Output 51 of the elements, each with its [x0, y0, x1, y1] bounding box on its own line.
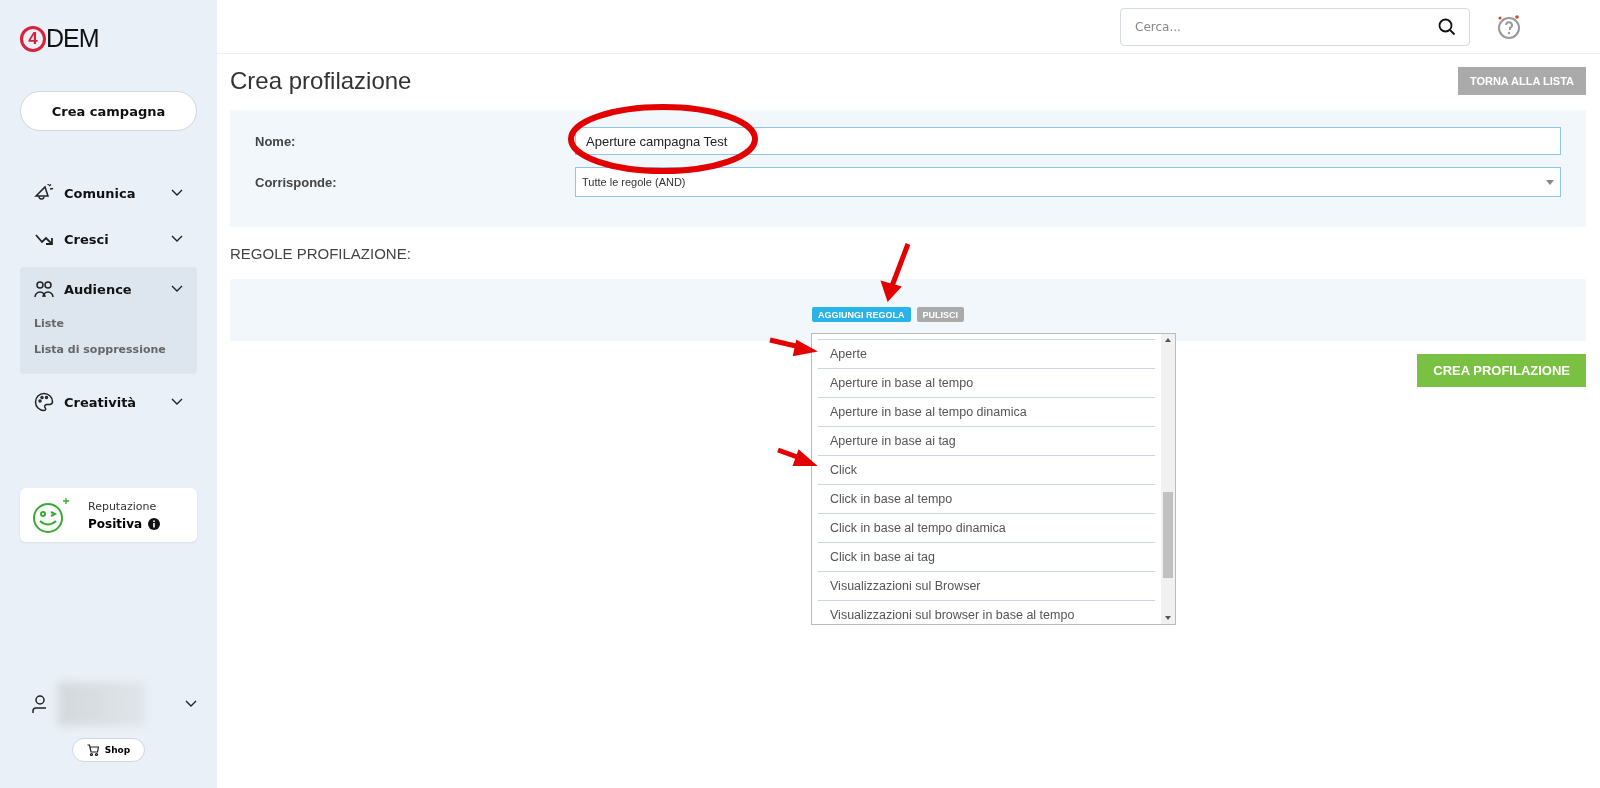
- scroll-down-arrow-icon[interactable]: [1165, 616, 1171, 620]
- chevron-down-icon: [171, 398, 183, 406]
- rule-option[interactable]: Visualizzazioni sul browser in base al tempo: [818, 601, 1155, 624]
- nav-item[interactable]: Comunica: [20, 171, 197, 215]
- field-label: Nome:: [255, 133, 297, 149]
- rule-option[interactable]: Aperture in base al tempo dinamica: [818, 398, 1155, 427]
- search-icon[interactable]: [1438, 17, 1456, 36]
- rule-option[interactable]: Aperte: [818, 340, 1155, 369]
- annotation-arrow: [769, 337, 818, 357]
- scrollbar-thumb[interactable]: [1163, 492, 1173, 578]
- reputation-label: Reputazione: [88, 499, 158, 513]
- megaphone-icon: [34, 184, 54, 202]
- annotation-arrow: [777, 447, 818, 466]
- cart-icon: [86, 744, 99, 756]
- rule-option[interactable]: Aperture in base ai tag: [818, 427, 1155, 456]
- dropdown-caret-icon: [1546, 179, 1554, 185]
- scrollbar[interactable]: [1161, 334, 1175, 624]
- rule-option[interactable]: Aperture in base al tempo: [818, 369, 1155, 398]
- annotation-arrow: [880, 243, 911, 302]
- rule-option[interactable]: Click in base al tempo dinamica: [818, 514, 1155, 543]
- nav-item[interactable]: Audience: [20, 267, 197, 311]
- people-icon: [34, 280, 54, 298]
- search-field[interactable]: Cerca...: [1120, 7, 1470, 46]
- rule-option[interactable]: Visualizzazioni sul Browser: [818, 572, 1155, 601]
- chevron-down-icon: [171, 189, 183, 197]
- chevron-down-icon: [171, 285, 183, 293]
- rule-option[interactable]: Click in base ai tag: [818, 543, 1155, 572]
- rule-option[interactable]: Click: [818, 456, 1155, 485]
- chevron-down-icon[interactable]: [185, 700, 197, 708]
- reputation-value: Positiva: [88, 516, 143, 531]
- rule-option[interactable]: Click in base al tempo: [818, 485, 1155, 514]
- nav-subitem[interactable]: Lista di soppressione: [34, 343, 183, 356]
- scroll-up-arrow-icon[interactable]: [1165, 338, 1171, 342]
- palette-icon: [34, 392, 54, 412]
- nav-subitem[interactable]: Liste: [34, 317, 183, 330]
- name-input-field[interactable]: Aperture campagna Test: [575, 127, 1561, 155]
- help-icon[interactable]: [1496, 13, 1522, 40]
- rules-heading: REGOLE PROFILAZIONE:: [230, 245, 412, 262]
- user-icon: [32, 694, 48, 714]
- logo-mark: 4: [20, 25, 46, 52]
- nav-item[interactable]: Creatività: [20, 380, 197, 424]
- create-campaign-button[interactable]: Crea campagna: [20, 91, 197, 131]
- nav-item[interactable]: Cresci: [20, 217, 197, 261]
- match-select[interactable]: Tutte le regole (AND): [575, 167, 1561, 197]
- trend-arrow-icon: [34, 232, 54, 246]
- page-title: Crea profilazione: [230, 67, 412, 95]
- logo-text: DEM: [46, 24, 99, 53]
- field-label: Corrisponde:: [255, 174, 338, 190]
- shop-button[interactable]: Shop: [71, 738, 146, 762]
- chevron-down-icon: [171, 235, 183, 243]
- info-icon[interactable]: [148, 517, 161, 530]
